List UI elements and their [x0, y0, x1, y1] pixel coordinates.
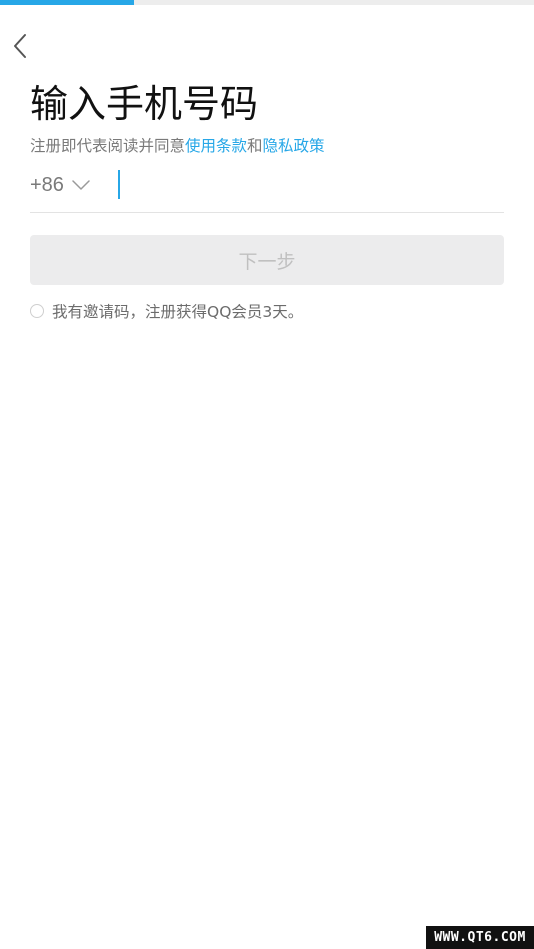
- invite-code-option[interactable]: 我有邀请码，注册获得QQ会员3天。: [30, 300, 303, 322]
- invite-code-radio[interactable]: [30, 304, 44, 318]
- agreement-prefix: 注册即代表阅读并同意: [30, 137, 186, 155]
- country-code-selector[interactable]: +86: [30, 169, 90, 201]
- terms-link[interactable]: 使用条款: [185, 137, 247, 155]
- page-title: 输入手机号码: [30, 82, 259, 126]
- back-button[interactable]: [6, 30, 34, 62]
- agreement-text: 注册即代表阅读并同意使用条款和隐私政策: [30, 135, 325, 157]
- country-code-value: +86: [30, 173, 64, 196]
- watermark: WWW.QT6.COM: [426, 926, 534, 949]
- next-step-button[interactable]: 下一步: [30, 235, 504, 285]
- phone-number-input[interactable]: [116, 167, 500, 201]
- phone-number-row: +86: [30, 165, 504, 213]
- progress-bar-fill: [0, 0, 134, 5]
- progress-bar: [0, 0, 534, 5]
- invite-code-label: 我有邀请码，注册获得QQ会员3天。: [52, 303, 304, 321]
- chevron-down-icon: [72, 180, 90, 190]
- text-caret: [118, 170, 120, 199]
- agreement-joiner: 和: [247, 137, 263, 155]
- privacy-policy-link[interactable]: 隐私政策: [263, 137, 325, 155]
- chevron-left-icon: [12, 33, 28, 59]
